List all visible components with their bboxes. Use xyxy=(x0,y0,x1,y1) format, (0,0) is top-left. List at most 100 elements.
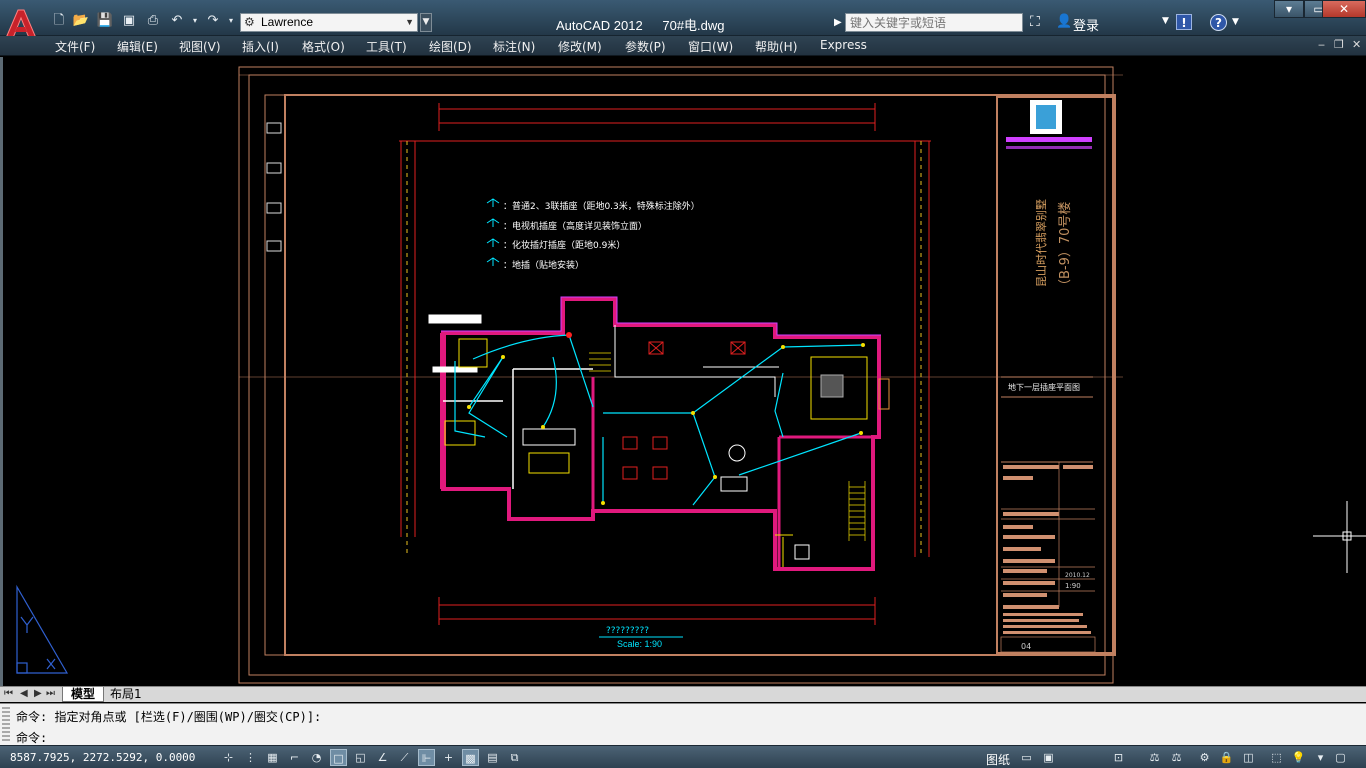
clean-screen-icon[interactable]: ▢ xyxy=(1332,749,1349,766)
next-tab-icon[interactable]: ▶ xyxy=(34,688,42,699)
command-history: 命令: 指定对角点或 [栏选(F)/圈围(WP)/圈交(CP)]: xyxy=(16,710,322,724)
binding-marks xyxy=(266,122,282,252)
legend-item-1: ：普通2、3联插座（距地0.3米，特殊标注除外） xyxy=(503,200,700,212)
menu-file[interactable]: 文件(F) xyxy=(55,38,95,55)
drawing-caption: ????????? Scale: 1:90 xyxy=(599,626,683,649)
menu-edit[interactable]: 编辑(E) xyxy=(117,38,158,55)
new-file-icon[interactable]: 🗋 xyxy=(50,12,68,30)
isolate-objects-icon[interactable]: ⬚ xyxy=(1268,749,1285,766)
save-icon[interactable]: 💾 xyxy=(96,12,114,30)
sheet-name: 地下一层插座平面图 xyxy=(1008,382,1080,392)
legend-item-3: ：化妆插灯插座（距地0.9米） xyxy=(503,239,625,251)
help-dropdown-icon[interactable]: ▼ xyxy=(1232,17,1239,27)
login-button[interactable]: 登录 xyxy=(1073,15,1099,34)
legend-item-4: ：地插（贴地安装） xyxy=(503,259,584,271)
menu-window[interactable]: 窗口(W) xyxy=(688,38,733,55)
legend-item-2: ：电视机插座（高度详见装饰立面） xyxy=(503,220,647,232)
command-prompt[interactable]: 命令: xyxy=(16,729,47,746)
dynamic-input-icon[interactable]: ⊩ xyxy=(418,749,435,766)
save-as-icon[interactable]: ▣ xyxy=(120,12,138,30)
doc-restore-icon[interactable]: ❐ xyxy=(1334,38,1344,51)
app-title: AutoCAD 2012 xyxy=(556,18,643,33)
undo-dropdown-icon[interactable]: ▾ xyxy=(186,12,204,30)
titleblock-number: 04 xyxy=(1021,642,1031,651)
print-icon[interactable]: ⎙ xyxy=(144,12,162,30)
otrack-icon[interactable]: ∠ xyxy=(374,749,391,766)
exchange-icon[interactable]: ! xyxy=(1176,14,1192,30)
menu-help[interactable]: 帮助(H) xyxy=(755,38,797,55)
drawing-canvas[interactable]: 昆山时代翡翠别墅 （B-9）70号楼 地下一层插座平面图 2010.12 1:9 xyxy=(0,57,1366,686)
annotation-scale-icon[interactable]: ⚖ xyxy=(1146,749,1163,766)
command-line-grip[interactable] xyxy=(2,707,10,743)
redo-icon[interactable]: ↷ xyxy=(204,12,222,30)
tab-layout1[interactable]: 布局1 xyxy=(102,687,150,702)
dimension-lines xyxy=(399,103,931,625)
selection-cycling-icon[interactable]: ⧉ xyxy=(506,749,523,766)
menu-insert[interactable]: 插入(I) xyxy=(242,38,279,55)
first-tab-icon[interactable]: ⏮ xyxy=(4,688,13,699)
polar-tracking-icon[interactable]: ◔ xyxy=(308,749,325,766)
menu-tools[interactable]: 工具(T) xyxy=(366,38,407,55)
command-line[interactable]: 命令: 指定对角点或 [栏选(F)/圈围(WP)/圈交(CP)]: 命令: xyxy=(0,703,1366,745)
tab-model[interactable]: 模型 xyxy=(62,687,105,702)
maximize-viewport-icon[interactable]: ⊡ xyxy=(1110,749,1127,766)
open-file-icon[interactable]: 📂 xyxy=(72,12,90,30)
caption-scale: Scale: 1:90 xyxy=(617,639,662,649)
search-input[interactable] xyxy=(845,13,1023,32)
workspace-select[interactable]: ⚙ Lawrence ▼ xyxy=(240,13,418,32)
redo-dropdown-icon[interactable]: ▾ xyxy=(222,12,240,30)
login-dropdown-icon[interactable]: ▼ xyxy=(1162,16,1169,26)
file-name: 70#电.dwg xyxy=(662,18,725,33)
annotation-visibility-icon[interactable]: ⚖ xyxy=(1168,749,1185,766)
menu-draw[interactable]: 绘图(D) xyxy=(429,38,472,55)
close-button[interactable]: ✕ xyxy=(1322,0,1366,18)
workspace-switching-icon[interactable]: ⚙ xyxy=(1196,749,1213,766)
ortho-mode-icon[interactable]: ⌐ xyxy=(286,749,303,766)
object-snap-icon[interactable]: □ xyxy=(330,749,347,766)
last-tab-icon[interactable]: ⏭ xyxy=(46,688,55,699)
help-icon[interactable]: ? xyxy=(1210,14,1227,31)
search-expand-icon[interactable]: ▶ xyxy=(834,13,845,32)
doc-minimize-icon[interactable]: ‒ xyxy=(1318,38,1325,51)
menu-parametric[interactable]: 参数(P) xyxy=(625,38,666,55)
menu-bar: 文件(F) 编辑(E) 视图(V) 插入(I) 格式(O) 工具(T) 绘图(D… xyxy=(0,36,1366,56)
quick-view-drawings-icon[interactable]: ▣ xyxy=(1040,749,1057,766)
menu-format[interactable]: 格式(O) xyxy=(302,38,345,55)
undo-icon[interactable]: ↶ xyxy=(168,12,186,30)
infer-constraints-icon[interactable]: ⊹ xyxy=(220,749,237,766)
menu-express[interactable]: Express xyxy=(820,38,867,52)
menu-dimension[interactable]: 标注(N) xyxy=(493,38,535,55)
building-name: （B-9）70号楼 xyxy=(1058,202,1073,292)
lineweight-icon[interactable]: + xyxy=(440,749,457,766)
window-title: AutoCAD 2012 70#电.dwg xyxy=(556,15,725,34)
quick-properties-icon[interactable]: ▤ xyxy=(484,749,501,766)
caption-title: ????????? xyxy=(606,626,649,636)
hardware-acceleration-icon[interactable]: ◫ xyxy=(1240,749,1257,766)
transparency-icon[interactable]: ▩ xyxy=(462,749,479,766)
quick-view-layouts-icon[interactable]: ▭ xyxy=(1018,749,1035,766)
paper-frame xyxy=(238,66,1123,684)
user-icon[interactable]: 👤 xyxy=(1056,14,1072,29)
chevron-down-icon: ▼ xyxy=(405,17,414,27)
snap-mode-icon[interactable]: ⋮ xyxy=(242,749,259,766)
lock-icon[interactable]: 🔒 xyxy=(1218,749,1235,766)
grid-display-icon[interactable]: ▦ xyxy=(264,749,281,766)
menu-modify[interactable]: 修改(M) xyxy=(558,38,602,55)
layout-tabs: ⏮ ◀ ▶ ⏭ 模型 布局1 xyxy=(0,686,1366,702)
doc-close-icon[interactable]: ✕ xyxy=(1352,38,1361,51)
floor-plan-drawing: 昆山时代翡翠别墅 （B-9）70号楼 地下一层插座平面图 2010.12 1:9 xyxy=(16,66,1366,684)
paper-model-toggle[interactable]: 图纸 xyxy=(986,751,1010,768)
minimize-button[interactable]: ▾ xyxy=(1274,0,1304,18)
dynamic-ucs-icon[interactable]: ⟋ xyxy=(396,749,413,766)
3d-osnap-icon[interactable]: ◱ xyxy=(352,749,369,766)
floor-plan-walls xyxy=(428,296,890,571)
lightbulb-icon[interactable]: 💡 xyxy=(1290,749,1307,766)
binoculars-icon[interactable]: ⛶ xyxy=(1030,14,1040,30)
quick-access-dropdown[interactable]: ▼ xyxy=(420,13,432,32)
titleblock-scale: 1:90 xyxy=(1065,582,1081,590)
status-bar: 8587.7925, 2272.5292, 0.0000 ⊹ ⋮ ▦ ⌐ ◔ □… xyxy=(0,745,1366,768)
status-menu-icon[interactable]: ▾ xyxy=(1312,749,1329,766)
menu-view[interactable]: 视图(V) xyxy=(179,38,221,55)
prev-tab-icon[interactable]: ◀ xyxy=(20,688,28,699)
coordinate-readout[interactable]: 8587.7925, 2272.5292, 0.0000 xyxy=(10,751,195,764)
